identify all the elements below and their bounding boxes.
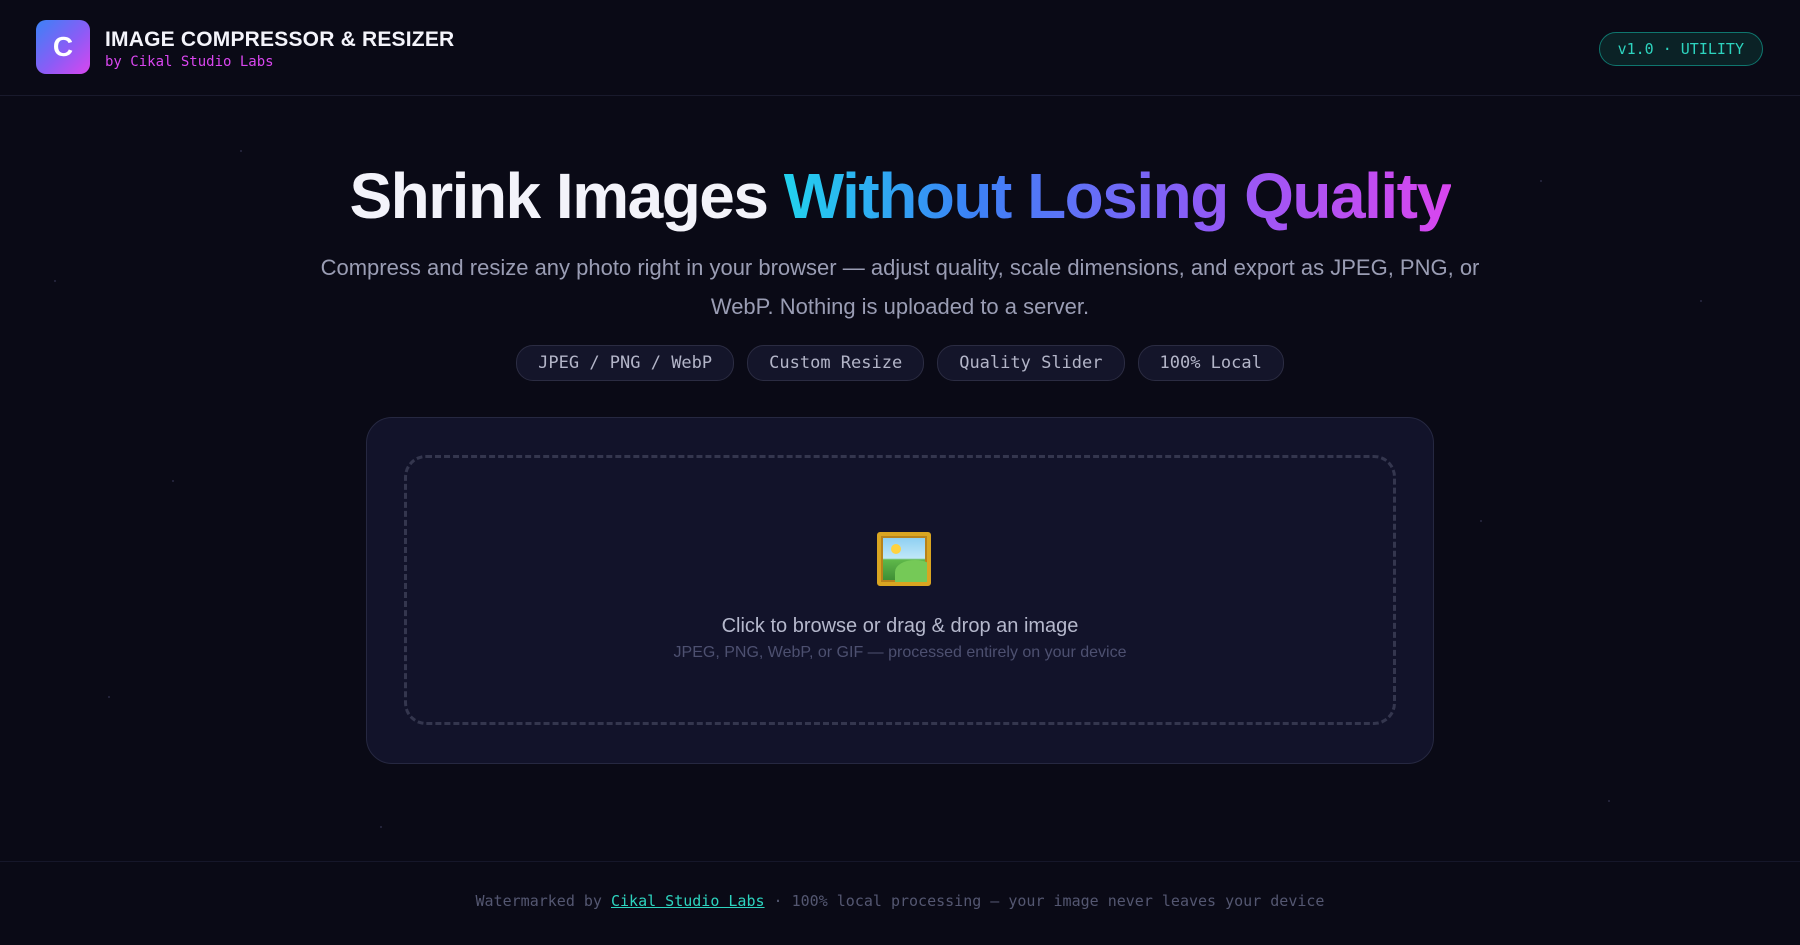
footer-suffix: · 100% local processing — your image nev… — [764, 892, 1325, 910]
feature-pill-formats: JPEG / PNG / WebP — [516, 345, 735, 381]
app-subtitle: by Cikal Studio Labs — [105, 54, 274, 70]
upload-card: Click to browse or drag & drop an image … — [366, 417, 1434, 764]
footer-studio-link[interactable]: Cikal Studio Labs — [611, 892, 765, 910]
feature-pills: JPEG / PNG / WebP Custom Resize Quality … — [0, 345, 1800, 381]
app-title: IMAGE COMPRESSOR & RESIZER — [105, 28, 455, 51]
app-footer: Watermarked by Cikal Studio Labs · 100% … — [0, 861, 1800, 945]
app-header: C IMAGE COMPRESSOR & RESIZER by Cikal St… — [0, 0, 1800, 96]
app-page: C IMAGE COMPRESSOR & RESIZER by Cikal St… — [0, 0, 1800, 945]
hero-title-gradient: Without Losing Quality — [783, 160, 1452, 232]
star-dot — [380, 826, 382, 828]
feature-pill-quality: Quality Slider — [937, 345, 1125, 381]
hero-title: Shrink Images Without Losing Quality — [0, 158, 1800, 234]
star-dot — [240, 150, 242, 152]
star-dot — [54, 280, 56, 282]
footer-prefix: Watermarked by — [475, 892, 611, 910]
star-dot — [172, 480, 174, 482]
hero-title-plain: Shrink Images — [349, 160, 784, 232]
star-dot — [108, 696, 110, 698]
logo-letter: C — [52, 31, 74, 62]
dropzone-title: Click to browse or drag & drop an image — [721, 615, 1079, 637]
star-dot — [1480, 520, 1482, 522]
footer-text: Watermarked by Cikal Studio Labs · 100% … — [0, 892, 1800, 910]
hero-description: Compress and resize any photo right in y… — [320, 255, 1480, 319]
dropzone-hint: JPEG, PNG, WebP, or GIF — processed enti… — [673, 644, 1127, 661]
star-dot — [1700, 300, 1702, 302]
feature-pill-resize: Custom Resize — [747, 345, 925, 381]
star-dot — [1608, 800, 1610, 802]
feature-pill-local: 100% Local — [1137, 345, 1284, 381]
version-badge: v1.0 · UTILITY — [1598, 32, 1763, 66]
image-dropzone[interactable]: Click to browse or drag & drop an image … — [404, 455, 1396, 725]
app-logo: C — [36, 20, 90, 74]
framed-picture-icon — [877, 532, 931, 586]
